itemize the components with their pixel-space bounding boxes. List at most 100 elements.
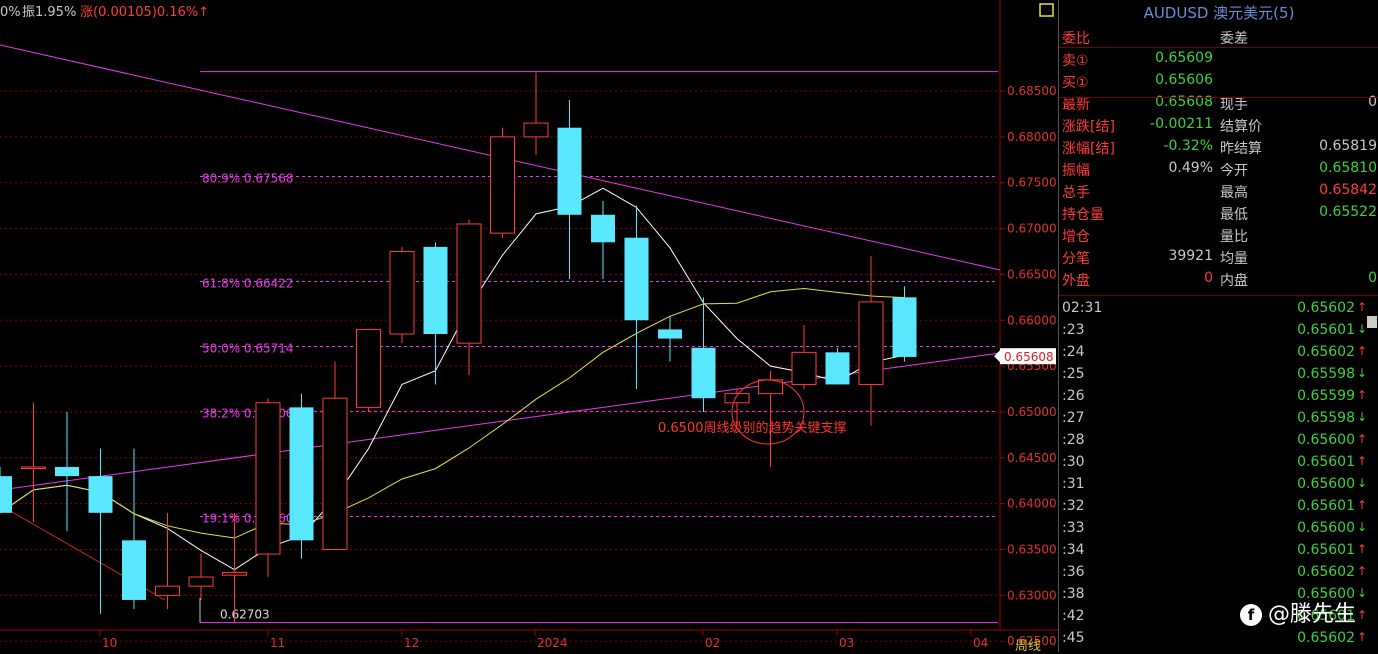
candle-body (858, 301, 884, 385)
tick-price: 0.65599 (1297, 388, 1355, 404)
tick-row: :36 0.65602 ↑ (1059, 562, 1378, 584)
up-arrow-icon: ↑ (1356, 344, 1367, 358)
quote-label: 总手 (1062, 185, 1090, 201)
quote-value: 0.65606 (1155, 72, 1213, 88)
tick-price: 0.65602 (1297, 564, 1355, 580)
up-arrow-icon: ↑ (1356, 498, 1367, 512)
candle-body (658, 329, 682, 339)
quote-label: 委差 (1220, 31, 1248, 47)
tick-time: :24 (1062, 344, 1085, 360)
fib-label: 61.8% 0.66422 (202, 277, 294, 291)
quote-value: 0.65819 (1319, 138, 1377, 154)
tick-time: 02:31 (1062, 300, 1103, 316)
tick-row: :33 0.65600 ↓ (1059, 518, 1378, 540)
tick-time: :33 (1062, 520, 1085, 536)
quote-value: -0.32% (1163, 138, 1213, 154)
candle-body (322, 397, 348, 550)
tick-time: :30 (1062, 454, 1085, 470)
up-arrow-icon: ↑ (1356, 564, 1367, 578)
quote-panel: AUDUSD 澳元美元(5) 委比 委差 卖① 0.65609 买① 0.65606 最新 0… (1058, 0, 1378, 652)
instrument-title[interactable]: AUDUSD 澳元美元(5) (1059, 2, 1378, 23)
quote-label: 最低 (1220, 207, 1248, 223)
candle-body (289, 407, 314, 541)
price-tick-label: 0.64500 (1007, 451, 1057, 465)
quote-value: 0.49% (1168, 160, 1213, 176)
low-label: 0.62703 (220, 608, 270, 622)
candle-body (691, 347, 716, 399)
candle-body (456, 223, 482, 344)
quote-label: 持仓量 (1062, 207, 1104, 223)
panel-divider (1059, 295, 1378, 296)
down-arrow-icon: ↓ (1356, 520, 1367, 534)
tick-price: 0.65602 (1297, 630, 1355, 646)
candle-body (88, 476, 113, 513)
current-price-label: 0.65608 (1004, 350, 1054, 364)
time-tick-label: 03 (839, 636, 854, 650)
tick-row: :24 0.65602 ↑ (1059, 342, 1378, 364)
fib-label: 50.0% 0.65714 (202, 341, 294, 355)
quote-row: 买① 0.65606 (1059, 70, 1378, 92)
price-tick-label: 0.66500 (1007, 267, 1057, 281)
tick-row: :32 0.65601 ↑ (1059, 496, 1378, 518)
header-change: 涨(0.00105)0.16%↑ (80, 5, 209, 20)
quote-label: 量比 (1220, 229, 1248, 245)
quote-label: 昨结算 (1220, 141, 1262, 157)
header-prefix: 0% (0, 5, 21, 20)
tick-price: 0.65601 (1297, 454, 1355, 470)
candle-body (557, 127, 582, 215)
down-arrow-icon: ↓ (1356, 586, 1367, 600)
candle-body (892, 297, 917, 357)
tick-time: :36 (1062, 564, 1085, 580)
up-arrow-icon: ↑ (1356, 388, 1367, 402)
tick-price: 0.65598 (1297, 366, 1355, 382)
tick-price: 0.65602 (1297, 300, 1355, 316)
quote-label: 内盘 (1220, 273, 1248, 289)
quote-label: 委比 (1062, 31, 1090, 47)
weekly-kline-chart[interactable]: 80.9% 0.6756861.8% 0.6642250.0% 0.657143… (0, 0, 1058, 652)
tick-row: :31 0.65600 ↓ (1059, 474, 1378, 496)
quote-label: 卖① (1062, 53, 1089, 69)
watermark-text: @滕先生 (1268, 602, 1357, 627)
tick-time: :28 (1062, 432, 1085, 448)
price-tick-label: 0.68000 (1007, 130, 1057, 144)
quote-value: 0.65609 (1155, 50, 1213, 66)
time-tick-label: 10 (102, 636, 117, 650)
price-tick-label: 0.68500 (1007, 84, 1057, 98)
tick-row: :34 0.65601 ↑ (1059, 540, 1378, 562)
tick-row: :25 0.65598 ↓ (1059, 364, 1378, 386)
tick-price: 0.65601 (1297, 498, 1355, 514)
tick-price: 0.65600 (1297, 432, 1355, 448)
period-label[interactable]: 周线 (1015, 635, 1041, 654)
quote-label: 均量 (1220, 251, 1248, 267)
quote-label: 今开 (1220, 163, 1248, 179)
price-tick-label: 0.63000 (1007, 588, 1057, 602)
quote-row: 增仓 量比 (1059, 224, 1378, 246)
candle-body (490, 136, 515, 234)
support-annotation: 0.6500周线级别的趋势关键支撑 (658, 420, 847, 436)
tick-row: :26 0.65599 ↑ (1059, 386, 1378, 408)
up-arrow-icon: ↑ (1356, 454, 1367, 468)
quote-label: 分笔 (1062, 251, 1090, 267)
candle-body (222, 571, 247, 576)
quote-value: 0.65522 (1319, 204, 1377, 220)
candle-body (591, 214, 615, 243)
quote-row: 分笔 39921 均量 (1059, 246, 1378, 268)
tick-row: :30 0.65601 ↑ (1059, 452, 1378, 474)
up-arrow-icon: ↑ (1356, 300, 1367, 314)
tick-scroll-handle[interactable] (1367, 316, 1377, 328)
watermark: f @滕先生 (1240, 596, 1356, 628)
time-tick-label: 11 (270, 636, 285, 650)
candle-body (624, 237, 649, 321)
quote-value: 0 (1368, 270, 1377, 286)
up-arrow-icon: ↑ (1356, 542, 1367, 556)
price-tick-label: 0.63500 (1007, 543, 1057, 557)
tick-time: :26 (1062, 388, 1085, 404)
tick-time: :34 (1062, 542, 1085, 558)
tick-price: 0.65601 (1297, 542, 1355, 558)
price-tick-label: 0.66000 (1007, 313, 1057, 327)
quote-value: 39921 (1168, 248, 1213, 264)
down-arrow-icon: ↓ (1356, 366, 1367, 380)
time-tick-label: 2024 (537, 636, 568, 650)
tick-time: :31 (1062, 476, 1085, 492)
candle-body (356, 328, 381, 408)
